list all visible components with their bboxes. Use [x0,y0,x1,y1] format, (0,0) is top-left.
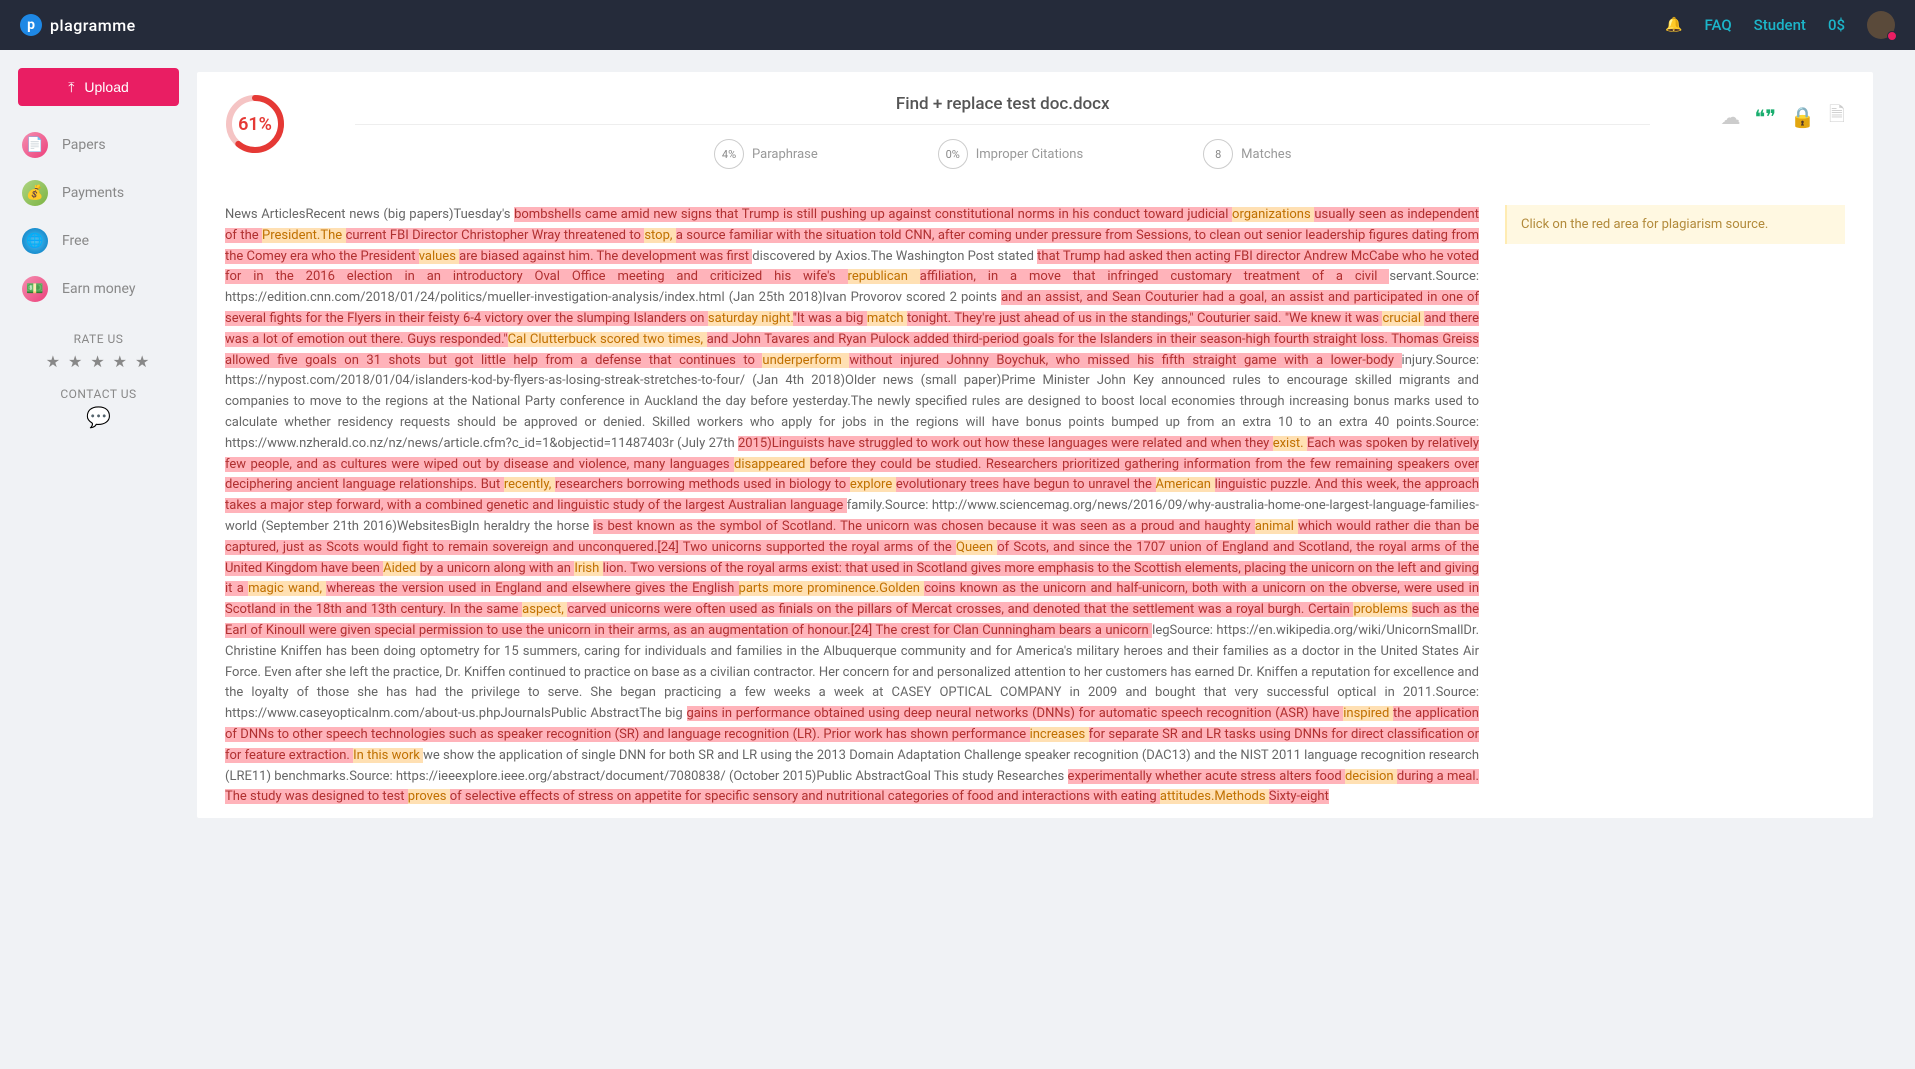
metric-paraphrase[interactable]: 4% Paraphrase [714,139,818,169]
score-value: 61% [225,94,285,154]
brand-name: plagramme [50,16,136,35]
brand[interactable]: p plagramme [20,14,136,36]
upload-label: Upload [84,79,128,95]
report-actions: ☁ ❝❞ 🔒 🗎 [1720,94,1845,134]
sidebar-item-label: Earn money [62,281,135,297]
papers-icon: 📄 [22,132,48,158]
sidebar-item-label: Free [62,233,89,249]
upload-icon: ⤒ [68,79,74,96]
free-icon: 🌐 [22,228,48,254]
plagiarism-highlight[interactable]: bombshells came amid new signs that Trum… [514,207,1232,222]
plagiarism-score: 61% [225,94,285,154]
avatar[interactable] [1867,11,1895,39]
lock-icon[interactable]: 🔒 [1790,105,1815,129]
metric-value: 0% [938,139,968,169]
contact-chat-icon[interactable]: 💬 [18,405,179,429]
metric-improper-citations[interactable]: 0% Improper Citations [938,139,1083,169]
metric-label: Improper Citations [976,147,1083,162]
metric-value: 4% [714,139,744,169]
sidebar-item-label: Papers [62,137,106,153]
faq-link[interactable]: FAQ [1705,16,1732,34]
payments-icon: 💰 [22,180,48,206]
document-text[interactable]: News ArticlesRecent news (big papers)Tue… [225,205,1479,808]
metric-label: Matches [1241,147,1291,162]
quote-icon[interactable]: ❝❞ [1754,105,1776,129]
role-link[interactable]: Student [1754,16,1806,34]
earn-money-icon: 💵 [22,276,48,302]
paraphrase-highlight[interactable]: organizations [1232,207,1314,222]
tip-box: Click on the red area for plagiarism sou… [1505,205,1845,244]
report-card: 61% Find + replace test doc.docx 4% Para… [197,72,1873,818]
contact-us-label: CONTACT US [18,387,179,401]
balance-link[interactable]: 0$ [1828,16,1845,34]
rate-stars[interactable]: ★ ★ ★ ★ ★ [18,352,179,371]
sidebar-item-payments[interactable]: 💰 Payments [18,172,179,214]
metric-value: 8 [1203,139,1233,169]
sidebar-item-free[interactable]: 🌐 Free [18,220,179,262]
rate-us-label: RATE US [18,332,179,346]
notifications-icon[interactable]: 🔔 [1665,17,1682,33]
main-content: 61% Find + replace test doc.docx 4% Para… [197,50,1915,838]
topbar: p plagramme 🔔 FAQ Student 0$ [0,0,1915,50]
download-icon[interactable]: ☁ [1720,105,1740,129]
document-title: Find + replace test doc.docx [355,94,1650,125]
metric-label: Paraphrase [752,147,818,162]
document-icon[interactable]: 🗎 [1829,100,1845,134]
upload-button[interactable]: ⤒ Upload [18,68,179,106]
sidebar-item-papers[interactable]: 📄 Papers [18,124,179,166]
sidebar: ⤒ Upload 📄 Papers 💰 Payments 🌐 Free 💵 Ea… [0,50,197,838]
sidebar-item-label: Payments [62,185,124,201]
logo-icon: p [20,14,42,36]
metric-matches[interactable]: 8 Matches [1203,139,1291,169]
sidebar-item-earn-money[interactable]: 💵 Earn money [18,268,179,310]
